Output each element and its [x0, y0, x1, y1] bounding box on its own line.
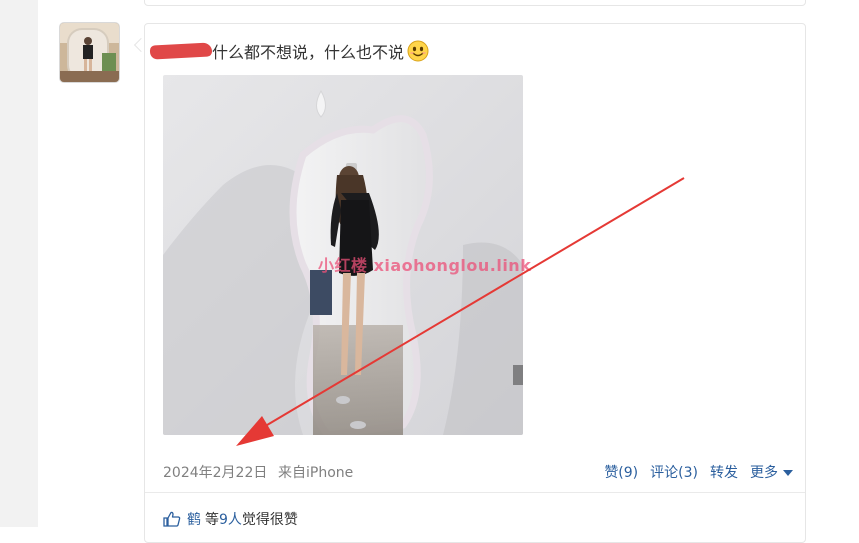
left-gutter — [0, 0, 38, 527]
post-actions: 赞(9) 评论(3) 转发 更多 — [604, 462, 793, 482]
like-button[interactable]: 赞(9) — [604, 462, 638, 482]
liker-name[interactable]: 鹤 — [187, 509, 201, 529]
more-button[interactable]: 更多 — [750, 462, 793, 482]
thumbs-up-icon — [163, 511, 181, 527]
caret-down-icon — [783, 470, 793, 476]
post-footer: 2024年2月22日 来自iPhone 赞(9) 评论(3) 转发 更多 — [163, 460, 793, 482]
post-source: 来自iPhone — [278, 465, 354, 481]
repost-button[interactable]: 转发 — [710, 462, 738, 482]
more-label: 更多 — [750, 465, 778, 481]
likes-prefix: 等 — [205, 512, 219, 528]
smiley-emoji-icon — [407, 40, 429, 62]
redacted-username — [149, 42, 213, 60]
avatar[interactable] — [59, 22, 120, 83]
likes-summary: 鹤 等 9人 觉得很赞 — [163, 509, 298, 529]
likes-count[interactable]: 9人 — [219, 509, 242, 529]
photo-watermark: 小红楼 xiaohonglou.link — [318, 256, 532, 275]
footer-divider — [145, 492, 805, 493]
comment-button[interactable]: 评论(3) — [650, 462, 698, 482]
likes-suffix: 觉得很赞 — [241, 512, 298, 528]
previous-post-card-edge — [144, 0, 806, 6]
post-text: 什么都不想说，什么也不说 — [149, 38, 429, 64]
post-date[interactable]: 2024年2月22日 — [163, 462, 267, 482]
post-text-content: 什么都不想说，什么也不说 — [212, 43, 405, 62]
